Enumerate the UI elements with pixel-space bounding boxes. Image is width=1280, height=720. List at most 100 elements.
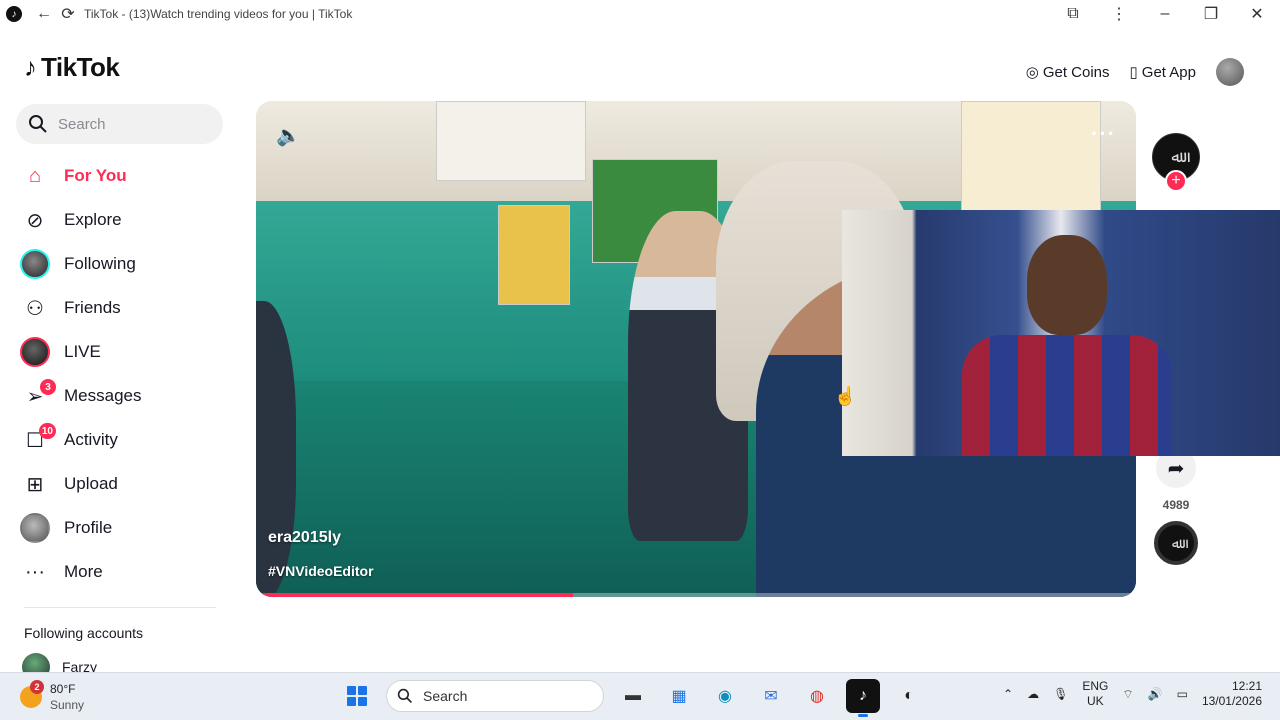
sidebar-item-label: Profile <box>64 518 113 537</box>
classroom-poster <box>961 101 1101 211</box>
get-coins-button[interactable]: ◎ Get Coins <box>1025 63 1110 82</box>
search-input[interactable]: Search <box>16 104 223 144</box>
tiktok-taskbar-icon[interactable]: ♪ <box>846 679 880 717</box>
lang-bottom: UK <box>1087 694 1104 708</box>
search-icon <box>29 115 47 133</box>
weather-widget[interactable]: 2 80°F Sunny <box>20 680 85 713</box>
sidebar-nav: ⌂ For You ⊘ Explore Following ⚇ Friends … <box>20 154 220 594</box>
share-arrow-icon: ➦ <box>1167 457 1185 480</box>
weather-condition: Sunny <box>50 698 85 712</box>
language-indicator[interactable]: ENG UK <box>1082 679 1108 709</box>
wifi-icon[interactable]: ⌔ <box>1122 687 1133 702</box>
kebab-menu-icon[interactable]: ⋮ <box>1096 2 1142 26</box>
sidebar-item-following[interactable]: Following <box>20 242 220 286</box>
webcam-overlay <box>842 210 1280 456</box>
search-icon <box>397 688 412 703</box>
sidebar-item-more[interactable]: ··· More <box>20 550 220 594</box>
close-button[interactable]: ✕ <box>1234 2 1280 26</box>
more-icon: ··· <box>25 560 45 583</box>
sidebar-item-friends[interactable]: ⚇ Friends <box>20 286 220 330</box>
minimize-button[interactable]: – <box>1142 2 1188 26</box>
follow-plus-icon[interactable]: + <box>1165 170 1187 192</box>
video-hashtag[interactable]: #VNVideoEditor <box>268 563 374 579</box>
volume-icon[interactable]: 🔈 <box>276 123 302 147</box>
clock-date: 13/01/2026 <box>1201 694 1262 708</box>
mouse-cursor-icon: ☝ <box>834 386 857 406</box>
user-avatar[interactable] <box>1216 58 1244 86</box>
taskbar-search-placeholder: Search <box>423 688 468 704</box>
speaker-icon[interactable]: 🔊 <box>1148 687 1163 701</box>
sun-icon: 2 <box>20 680 44 708</box>
maximize-button[interactable]: ❐ <box>1188 2 1234 26</box>
sidebar-item-profile[interactable]: Profile <box>20 506 220 550</box>
messages-icon: ➢ 3 <box>20 379 56 411</box>
title-bar: ♪ ← ⟳ TikTok - (13)Watch trending videos… <box>0 0 1280 28</box>
window-title: TikTok - (13)Watch trending videos for y… <box>84 7 353 21</box>
windows-taskbar: 2 80°F Sunny Search ▬ ▦ ◉ ✉ ◍ ♪ ◐ ⌃ ☁ 🎙 … <box>0 672 1280 720</box>
messages-badge: 3 <box>40 379 56 395</box>
sidebar-item-explore[interactable]: ⊘ Explore <box>20 198 220 242</box>
search-placeholder: Search <box>58 115 106 133</box>
clock[interactable]: 12:21 13/01/2026 <box>1202 679 1262 709</box>
sidebar-item-label: LIVE <box>64 342 101 361</box>
avatar <box>20 513 50 543</box>
start-button[interactable] <box>340 679 374 713</box>
share-count: 4989 <box>1162 498 1190 512</box>
onedrive-icon[interactable]: ☁ <box>1027 687 1039 701</box>
store-icon[interactable]: ▦ <box>662 679 696 713</box>
weather-temperature: 80°F <box>50 682 76 696</box>
header-actions: ◎ Get Coins ▯ Get App <box>1026 58 1244 86</box>
sidebar-item-label: More <box>64 562 103 581</box>
sidebar-item-activity[interactable]: ☐ 10 Activity <box>20 418 220 462</box>
get-app-button[interactable]: ▯ Get App <box>1129 63 1196 82</box>
more-options-icon[interactable]: ··· <box>1091 121 1116 147</box>
clock-time: 12:21 <box>1231 679 1262 693</box>
weather-badge: 2 <box>30 680 44 694</box>
tiktok-note-icon: ♪ <box>24 52 37 82</box>
avatar <box>20 337 50 367</box>
chevron-up-icon[interactable]: ⌃ <box>1003 687 1013 701</box>
sidebar-item-label: Messages <box>64 386 142 405</box>
coin-icon: ◎ <box>1025 64 1039 81</box>
microphone-icon[interactable]: 🎙 <box>1053 687 1068 701</box>
sidebar-item-label: Following <box>64 254 136 273</box>
sidebar-item-for-you[interactable]: ⌂ For You <box>20 154 220 198</box>
sidebar-item-live[interactable]: LIVE <box>20 330 220 374</box>
classroom-poster <box>498 205 570 305</box>
refresh-icon[interactable]: ⟳ <box>56 2 80 26</box>
sidebar-item-label: Explore <box>64 210 122 229</box>
edge-icon[interactable]: ◉ <box>708 679 742 713</box>
get-app-label: Get App <box>1141 63 1196 81</box>
following-accounts-title: Following accounts <box>24 625 144 641</box>
activity-badge: 10 <box>38 423 56 439</box>
classroom-poster <box>436 101 586 181</box>
sidebar-item-upload[interactable]: ⊞ Upload <box>20 462 220 506</box>
phone-icon: ▯ <box>1129 64 1138 81</box>
sidebar-item-label: For You <box>64 166 127 185</box>
home-icon: ⌂ <box>28 164 42 187</box>
back-arrow-icon[interactable]: ← <box>32 2 56 26</box>
video-author[interactable]: era2015ly <box>268 529 341 547</box>
tiktok-app-icon: ♪ <box>6 6 22 22</box>
tiktok-logo[interactable]: ♪ TikTok <box>24 52 120 83</box>
taskbar-search[interactable]: Search <box>386 680 604 712</box>
get-coins-label: Get Coins <box>1042 63 1110 81</box>
lang-top: ENG <box>1082 679 1109 693</box>
video-progress-bar[interactable] <box>256 593 1136 597</box>
system-tray: ⌃ ☁ 🎙 ENG UK ⌔ 🔊 ▭ 12:21 13/01/2026 <box>1003 679 1262 709</box>
chrome-icon[interactable]: ◍ <box>800 679 834 713</box>
activity-icon: ☐ 10 <box>20 423 56 455</box>
outlook-icon[interactable]: ✉ <box>754 679 788 713</box>
obs-icon[interactable]: ◐ <box>892 679 926 713</box>
sidebar-item-label: Upload <box>64 474 118 493</box>
sidebar-item-label: Friends <box>64 298 121 317</box>
sidebar-divider <box>24 607 216 608</box>
upload-icon: ⊞ <box>26 473 44 496</box>
music-disc-avatar[interactable]: ﷲ <box>1154 521 1198 565</box>
webcam-person <box>952 235 1172 456</box>
avatar <box>20 249 50 279</box>
extensions-icon[interactable]: ⧉ <box>1050 2 1096 26</box>
sidebar-item-messages[interactable]: ➢ 3 Messages <box>20 374 220 418</box>
battery-icon[interactable]: ▭ <box>1177 687 1188 701</box>
file-explorer-icon[interactable]: ▬ <box>616 679 650 713</box>
